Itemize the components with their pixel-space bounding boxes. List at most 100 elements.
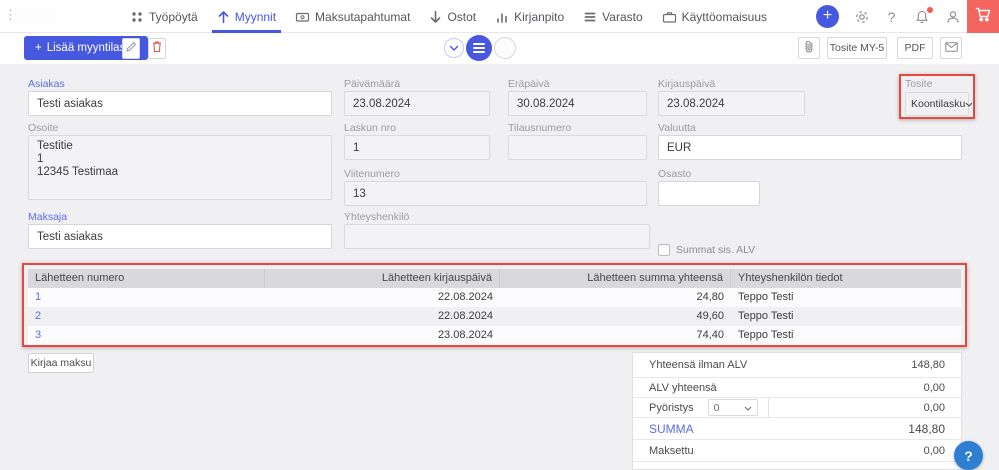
field-asiakas: Asiakas Testi asiakas — [28, 78, 332, 116]
status-circle[interactable] — [494, 37, 516, 59]
yhteyshenkilo-label: Yhteyshenkilö — [344, 211, 650, 224]
col-header-yhteyshenkilon-tiedot: Yhteyshenkilön tiedot — [731, 269, 961, 288]
cart-icon — [974, 5, 992, 28]
deliveries-table: Lähetteen numero Lähetteen kirjauspäivä … — [28, 269, 961, 345]
yhteyshenkilo-input[interactable] — [344, 224, 650, 249]
valuutta-input[interactable]: EUR — [658, 135, 962, 160]
maksaja-input[interactable]: Testi asiakas — [28, 224, 332, 249]
table-header-row: Lähetteen numero Lähetteen kirjauspäivä … — [28, 269, 961, 288]
shipment-number-link[interactable]: 3 — [28, 326, 265, 345]
pdf-button[interactable]: PDF — [897, 37, 933, 59]
osoite-textarea[interactable]: Testitie 1 12345 Testimaa — [28, 135, 332, 200]
delete-button[interactable] — [148, 38, 166, 59]
chevron-down-icon — [965, 98, 973, 110]
field-osasto: Osasto — [658, 168, 760, 206]
rounding-select[interactable]: 0 — [708, 399, 758, 416]
grand-total-row: SUMMA 148,80 — [633, 418, 961, 440]
table-row[interactable]: 1 22.08.2024 24,80 Teppo Testi — [28, 288, 961, 307]
menu-toggle-button[interactable] — [466, 35, 492, 61]
rounding-select-value: 0 — [714, 402, 720, 414]
shipment-date-cell: 22.08.2024 — [265, 307, 500, 326]
viitenumero-input[interactable]: 13 — [344, 181, 647, 206]
arrow-down-icon — [429, 10, 442, 24]
paivamaara-input[interactable]: 23.08.2024 — [344, 91, 490, 116]
tosite-select[interactable]: Koontilasku — [905, 92, 969, 116]
erapaiva-label: Eräpäivä — [508, 78, 647, 91]
vat-included-checkbox[interactable] — [658, 244, 670, 256]
osasto-label: Osasto — [658, 168, 760, 181]
vat-total-label: ALV yhteensä — [649, 382, 717, 394]
nav-tab-label: Työpöytä — [149, 10, 198, 24]
field-tilausnumero: Tilausnumero — [508, 122, 647, 160]
voucher-button[interactable]: Tosite MY-5 — [827, 37, 887, 59]
field-erapaiva: Eräpäivä 30.08.2024 — [508, 78, 647, 116]
laskun-nro-label: Laskun nro — [344, 122, 490, 135]
divider — [768, 398, 769, 417]
field-viitenumero: Viitenumero 13 — [344, 168, 647, 206]
nav-tab-kayttoomaisuus[interactable]: Käyttöomaisuus — [660, 0, 769, 33]
nav-tab-myynnit[interactable]: Myynnit — [215, 0, 278, 33]
nav-tab-label: Käyttöomaisuus — [682, 10, 767, 24]
create-new-button[interactable]: + — [816, 5, 839, 28]
osoite-label: Osoite — [28, 122, 332, 135]
nav-tab-varasto[interactable]: Varasto — [581, 0, 644, 33]
laskun-nro-input[interactable]: 1 — [344, 135, 490, 160]
layers-icon — [583, 10, 597, 24]
shopping-cart-button[interactable] — [967, 0, 999, 33]
field-maksaja: Maksaja Testi asiakas — [28, 211, 332, 249]
company-name-redacted — [13, 7, 58, 24]
attachment-button[interactable] — [798, 37, 820, 59]
nav-tab-label: Varasto — [602, 10, 642, 24]
asiakas-label[interactable]: Asiakas — [28, 78, 332, 91]
maksaja-label[interactable]: Maksaja — [28, 211, 332, 224]
notification-badge — [927, 7, 933, 13]
nav-tab-kirjanpito[interactable]: Kirjanpito — [493, 0, 566, 33]
field-valuutta: Valuutta EUR — [658, 122, 962, 160]
shipment-date-cell: 23.08.2024 — [265, 326, 500, 345]
totals-panel: Yhteensä ilman ALV 148,80 ALV yhteensä 0… — [632, 352, 962, 470]
kirjauspaiva-input[interactable]: 23.08.2024 — [658, 91, 805, 116]
trash-icon — [151, 40, 163, 58]
plus-icon: + — [35, 42, 42, 54]
table-row[interactable]: 3 23.08.2024 74,40 Teppo Testi — [28, 326, 961, 345]
nav-tab-ostot[interactable]: Ostot — [427, 0, 478, 33]
shipment-sum-cell: 24,80 — [500, 288, 731, 307]
edit-button[interactable] — [122, 38, 140, 59]
shipment-sum-cell: 49,60 — [500, 307, 731, 326]
user-profile-icon[interactable] — [944, 8, 961, 25]
card-icon — [295, 10, 310, 24]
osasto-input[interactable] — [658, 181, 760, 206]
total-excl-vat-label: Yhteensä ilman ALV — [649, 359, 747, 371]
expand-chevron-button[interactable] — [444, 38, 464, 58]
tilausnumero-label: Tilausnumero — [508, 122, 647, 135]
nav-tab-tyopoyta[interactable]: Työpöytä — [128, 0, 200, 33]
help-fab-button[interactable]: ? — [954, 441, 983, 470]
envelope-icon — [945, 42, 958, 55]
erapaiva-input[interactable]: 30.08.2024 — [508, 91, 647, 116]
help-icon[interactable]: ? — [883, 8, 900, 25]
table-row[interactable]: 2 22.08.2024 49,60 Teppo Testi — [28, 307, 961, 326]
briefcase-icon — [662, 10, 677, 24]
field-kirjauspaiva: Kirjauspäivä 23.08.2024 — [658, 78, 805, 116]
total-excl-vat-row: Yhteensä ilman ALV 148,80 — [633, 353, 961, 378]
tosite-highlight-box: Tosite Koontilasku — [899, 74, 975, 119]
chevron-down-icon — [744, 402, 752, 414]
shipment-number-link[interactable]: 1 — [28, 288, 265, 307]
nav-tab-maksutapahtumat[interactable]: Maksutapahtumat — [293, 0, 412, 33]
record-payment-button[interactable]: Kirjaa maksu — [28, 353, 94, 373]
col-header-lahetteen-kirjauspaiva: Lähetteen kirjauspäivä — [265, 269, 500, 288]
shipment-sum-cell: 74,40 — [500, 326, 731, 345]
shipment-date-cell: 22.08.2024 — [265, 288, 500, 307]
paid-label: Maksettu — [649, 445, 694, 457]
send-email-button[interactable] — [940, 37, 962, 59]
grand-total-label: SUMMA — [649, 422, 694, 436]
shipment-number-link[interactable]: 2 — [28, 307, 265, 326]
vat-included-label: Summat sis. ALV — [676, 244, 755, 256]
tilausnumero-input[interactable] — [508, 135, 647, 160]
field-laskun-nro: Laskun nro 1 — [344, 122, 490, 160]
shipment-contact-cell: Teppo Testi — [731, 288, 961, 307]
asiakas-input[interactable]: Testi asiakas — [28, 91, 332, 116]
col-header-lahetteen-summa: Lähetteen summa yhteensä — [500, 269, 731, 288]
paid-value: 0,00 — [924, 445, 945, 457]
settings-gear-icon[interactable] — [853, 8, 870, 25]
